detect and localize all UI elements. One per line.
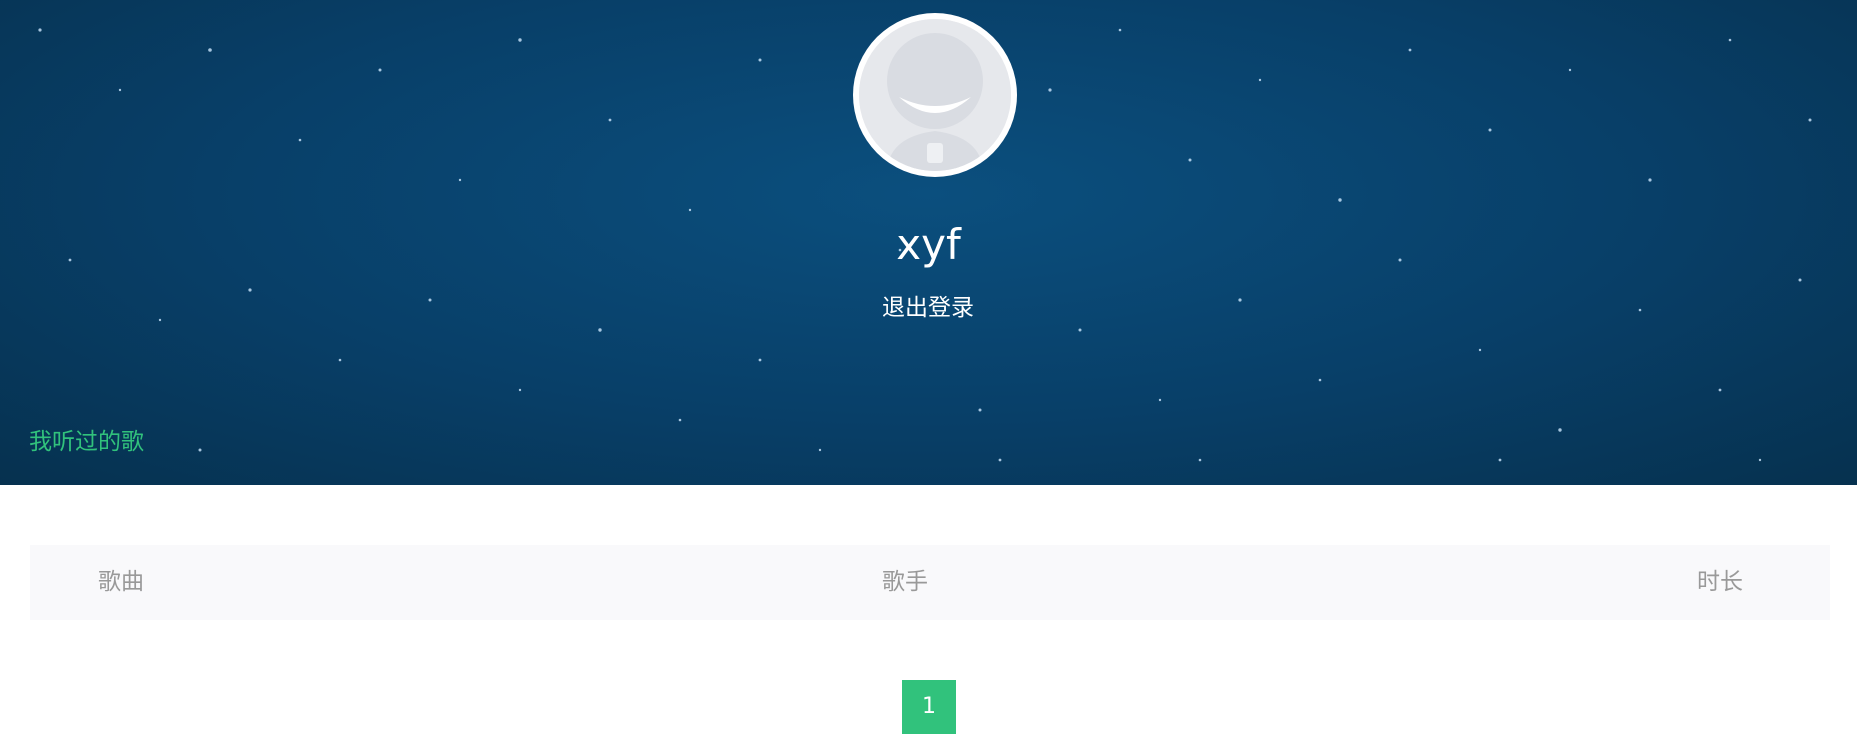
song-table-header: 歌曲 歌手 时长 (30, 545, 1830, 620)
default-user-icon (859, 19, 1011, 171)
pagination-page-button[interactable]: 1 (902, 680, 956, 734)
tab-listened-songs[interactable]: 我听过的歌 (29, 424, 144, 460)
avatar (859, 19, 1011, 171)
username: xyf (896, 220, 961, 269)
profile-banner: xyf 退出登录 我听过的歌 (0, 0, 1857, 485)
column-header-singer: 歌手 (882, 569, 928, 595)
column-header-song: 歌曲 (98, 569, 144, 595)
column-header-duration: 时长 (1697, 569, 1743, 595)
logout-link[interactable]: 退出登录 (868, 290, 988, 326)
avatar-frame (853, 13, 1017, 177)
